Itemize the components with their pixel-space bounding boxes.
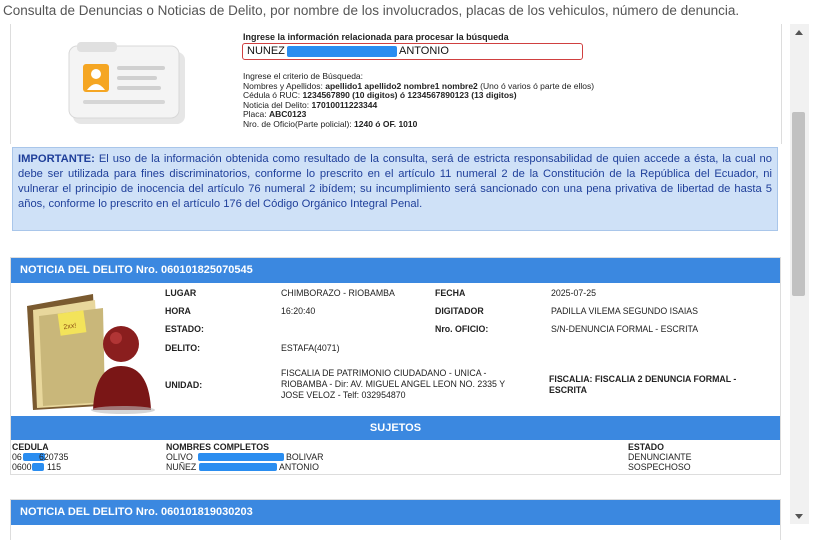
redaction-block [32, 463, 44, 471]
scrollbar-thumb[interactable] [792, 112, 805, 296]
estado-value: SOSPECHOSO [628, 462, 691, 472]
hora-value: 16:20:40 [281, 306, 316, 316]
col-nombres-header: NOMBRES COMPLETOS [166, 442, 269, 452]
folder-person-icon: 2xx! [27, 294, 155, 414]
cedula-start: 0600 [12, 462, 32, 472]
estado-label: ESTADO: [165, 324, 204, 334]
nombre-start: OLIVO [166, 452, 193, 462]
delito-label: DELITO: [165, 343, 201, 353]
lugar-label: LUGAR [165, 288, 197, 298]
results-frame: Ingrese la información relacionada para … [0, 24, 819, 540]
col-cedula-header: CEDULA [12, 442, 49, 452]
important-notice: IMPORTANTE: El uso de la información obt… [12, 147, 778, 231]
noticia-card: NOTICIA DEL DELITO Nro. 060101825070545 … [10, 257, 781, 475]
important-heading: IMPORTANTE: [18, 153, 95, 165]
oficio-value: S/N-DENUNCIA FORMAL - ESCRITA [551, 324, 699, 334]
noticia-card: NOTICIA DEL DELITO Nro. 060101819030203 [10, 499, 781, 540]
search-panel: Ingrese la información relacionada para … [10, 24, 782, 144]
search-input[interactable]: NUNEZ ANTONIO [242, 43, 583, 60]
lugar-value: CHIMBORAZO - RIOBAMBA [281, 288, 395, 298]
fiscalia-value: FISCALIA: FISCALIA 2 DENUNCIA FORMAL - E… [549, 374, 737, 395]
noticia-header: NOTICIA DEL DELITO Nro. 060101819030203 [11, 500, 780, 525]
page-title: Consulta de Denuncias o Noticias de Deli… [3, 3, 740, 18]
cedula-start: 06 [12, 452, 22, 462]
noticia-header: NOTICIA DEL DELITO Nro. 060101825070545 [11, 258, 780, 283]
delito-value: ESTAFA(4071) [281, 343, 340, 353]
search-criteria: Ingrese el criterio de Búsqueda: Nombres… [243, 71, 594, 130]
unidad-label: UNIDAD: [165, 380, 203, 390]
search-value-prefix: NUNEZ [247, 45, 285, 57]
estado-value: DENUNCIANTE [628, 452, 692, 462]
nombre-end: ANTONIO [279, 462, 319, 472]
sujetos-header: SUJETOS [11, 416, 780, 440]
hora-label: HORA [165, 306, 191, 316]
important-text: El uso de la información obtenida como r… [18, 153, 772, 210]
scroll-down-icon[interactable] [795, 514, 803, 519]
redaction-block [198, 453, 284, 461]
nombre-start: NUÑEZ [166, 462, 197, 472]
criteria-line: Nro. de Oficio(Parte policial): 1240 ó O… [243, 118, 418, 129]
cedula-end: 115 [47, 462, 62, 472]
vertical-scrollbar[interactable] [790, 24, 809, 524]
search-value-suffix: ANTONIO [399, 45, 449, 57]
oficio-label: Nro. OFICIO: [435, 324, 489, 334]
folder-card-icon [68, 42, 185, 124]
col-estado-header: ESTADO [628, 442, 665, 452]
results-content: Ingrese la información relacionada para … [10, 24, 782, 540]
redaction-block [287, 46, 397, 57]
fecha-label: FECHA [435, 288, 466, 298]
redaction-block [199, 463, 277, 471]
search-label: Ingrese la información relacionada para … [243, 32, 509, 42]
fecha-value: 2025-07-25 [551, 288, 596, 298]
scroll-up-icon[interactable] [795, 30, 803, 35]
digitador-label: DIGITADOR [435, 306, 484, 316]
nombre-end: BOLIVAR [286, 452, 324, 462]
digitador-value: PADILLA VILEMA SEGUNDO ISAIAS [551, 306, 698, 316]
unidad-value: FISCALIA DE PATRIMONIO CIUDADANO - UNICA… [281, 368, 506, 400]
cedula-end: 620735 [39, 452, 69, 462]
